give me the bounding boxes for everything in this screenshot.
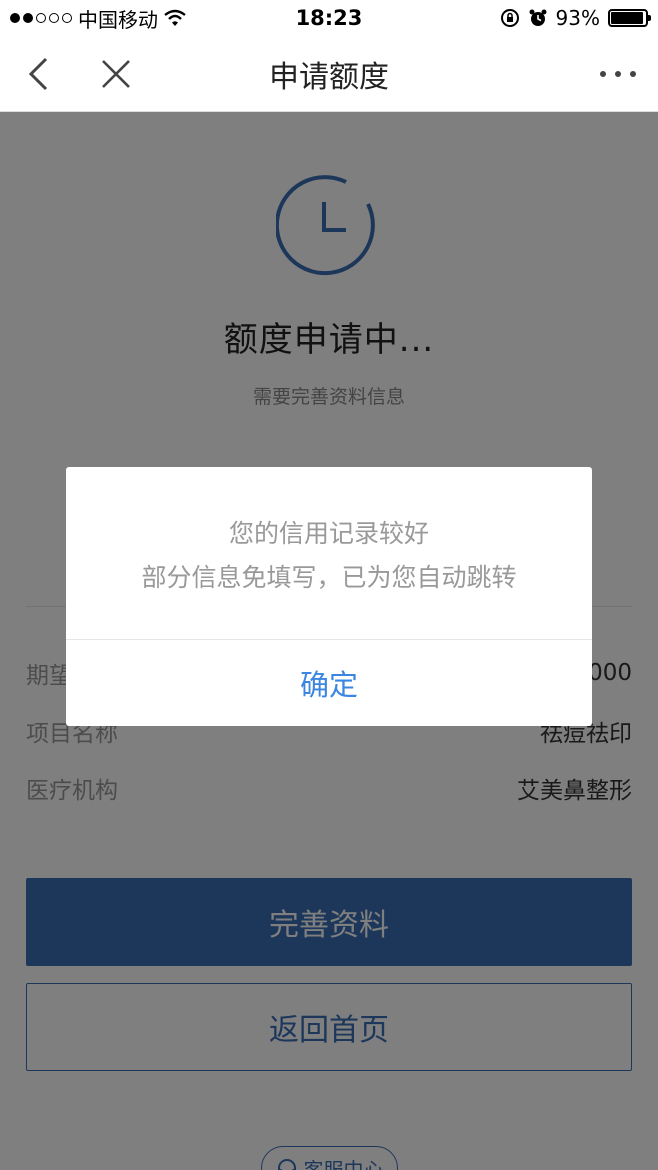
battery-percent: 93% <box>555 6 600 30</box>
more-button[interactable] <box>596 54 640 94</box>
carrier-name: 中国移动 <box>78 7 158 32</box>
dialog-message-line-1: 您的信用记录较好 <box>228 519 429 548</box>
alarm-icon <box>529 9 547 26</box>
nav-bar: 申请额度 <box>0 36 658 112</box>
status-bar-left: 中国移动 <box>10 4 250 33</box>
confirm-button[interactable]: 确定 <box>66 640 592 726</box>
back-button[interactable] <box>18 54 58 94</box>
dialog-body: 您的信用记录较好 部分信息免填写，已为您自动跳转 <box>66 467 592 639</box>
close-button[interactable] <box>96 54 136 94</box>
status-time: 18:23 <box>295 6 363 30</box>
close-icon <box>102 60 130 88</box>
battery-icon <box>608 9 651 27</box>
chevron-left-icon <box>28 57 48 91</box>
status-bar: 中国移动 18:23 93% <box>0 0 658 36</box>
alert-dialog: 您的信用记录较好 部分信息免填写，已为您自动跳转 确定 <box>66 467 592 726</box>
rotation-lock-icon <box>500 9 519 27</box>
wifi-icon <box>164 9 186 26</box>
dialog-message-line-2: 部分信息免填写，已为您自动跳转 <box>141 563 517 592</box>
more-dots-icon <box>600 71 636 77</box>
signal-strength-icon <box>10 13 72 23</box>
battery-fill <box>611 12 643 24</box>
status-bar-right: 93% <box>408 6 651 30</box>
